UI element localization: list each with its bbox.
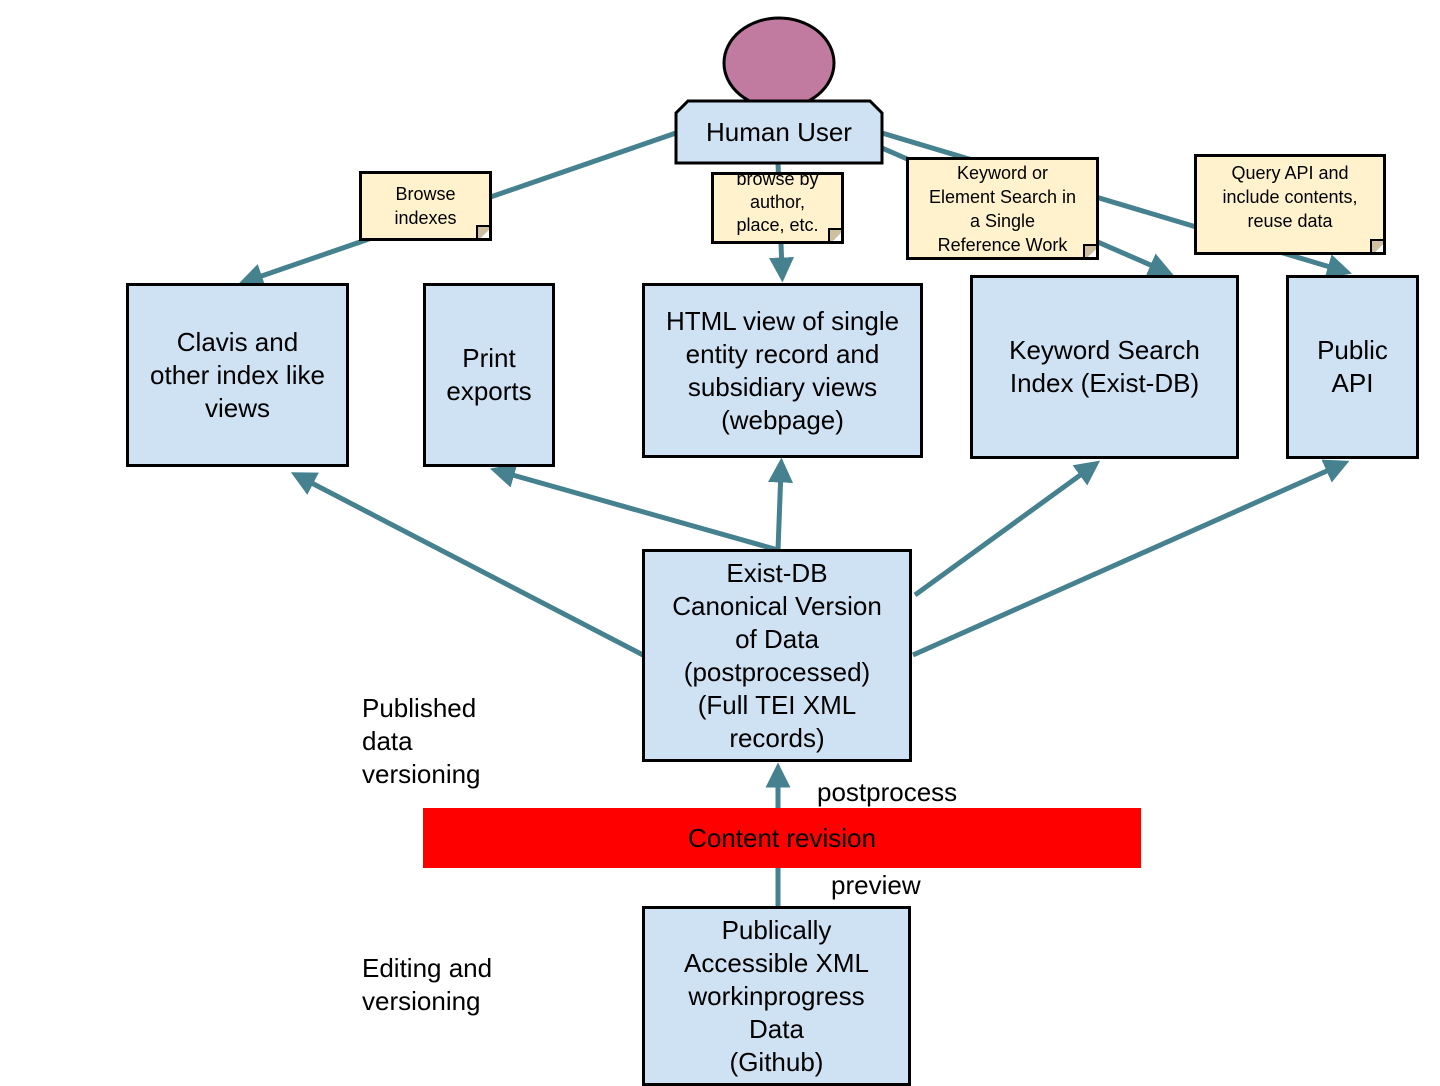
content-revision-bar: Content revision [423,808,1141,868]
edge-db-html [768,457,794,551]
note-keyword-search: Keyword or Element Search in a Single Re… [906,157,1099,260]
edge-db-clavis [290,472,645,658]
user-head-icon [722,16,836,110]
note-browse-indexes: Browse indexes [359,171,492,241]
box-keyword-index: Keyword Search Index (Exist-DB) [970,275,1239,459]
edge-db-print [489,463,779,553]
label-postprocess: postprocess [817,777,958,807]
edge-db-keyword [913,460,1101,598]
note-browse-by: browse by author, place, etc. [711,172,844,244]
label-published-versioning: Published data versioning [362,693,481,789]
box-print-exports: Print exports [423,283,555,467]
label-editing-versioning: Editing and versioning [362,953,493,1016]
note-query-api: Query API and include contents, reuse da… [1194,154,1386,255]
box-existdb: Exist-DB Canonical Version of Data (post… [642,549,912,762]
edge-db-api [911,459,1350,658]
box-github: Publically Accessible XML workinprogress… [642,906,911,1086]
box-public-api: Public API [1286,275,1419,459]
box-html-view: HTML view of single entity record and su… [642,283,923,458]
box-clavis: Clavis and other index like views [126,283,349,467]
human-user-label: Human User [706,116,852,147]
label-preview: preview [831,870,921,900]
